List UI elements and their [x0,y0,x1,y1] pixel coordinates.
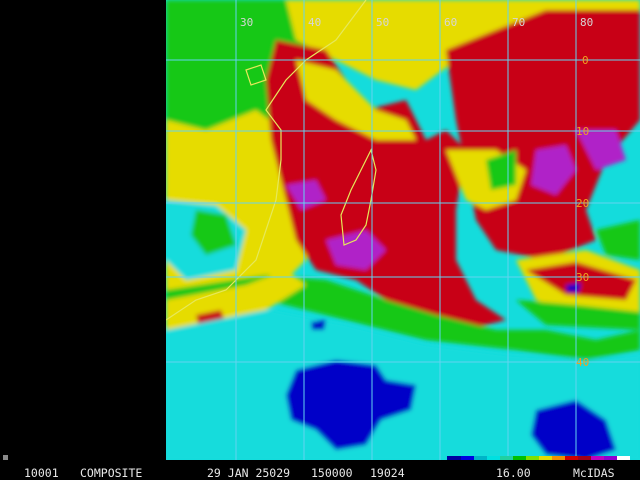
lat-label-10: 10 [576,125,589,138]
lon-label-80: 80 [580,16,593,29]
lat-label-30: 30 [576,271,589,284]
lon-label-70: 70 [512,16,525,29]
lon-label-50: 50 [376,16,389,29]
product-name: COMPOSITE [80,466,143,480]
code-label: 19024 [370,466,405,480]
station-id: 10001 [24,466,59,480]
value-label: 16.00 [496,466,531,480]
satellite-map-frame[interactable]: 30 40 50 60 70 80 0 10 20 30 40 [166,0,640,460]
field-layers [166,0,640,460]
time-label: 150000 [311,466,353,480]
status-bar: 10001 COMPOSITE 29 JAN 25029 150000 1902… [0,460,640,480]
lat-label-40: 40 [576,356,589,369]
lon-label-40: 40 [308,16,321,29]
source-label: McIDAS [573,466,615,480]
left-blank-panel [0,0,166,460]
lon-label-30: 30 [240,16,253,29]
satellite-water-vapor-map[interactable]: 30 40 50 60 70 80 0 10 20 30 40 [166,0,640,460]
lat-label-0: 0 [582,54,589,67]
lat-label-20: 20 [576,197,589,210]
date-label: 29 JAN 25029 [207,466,291,480]
lon-label-60: 60 [444,16,457,29]
